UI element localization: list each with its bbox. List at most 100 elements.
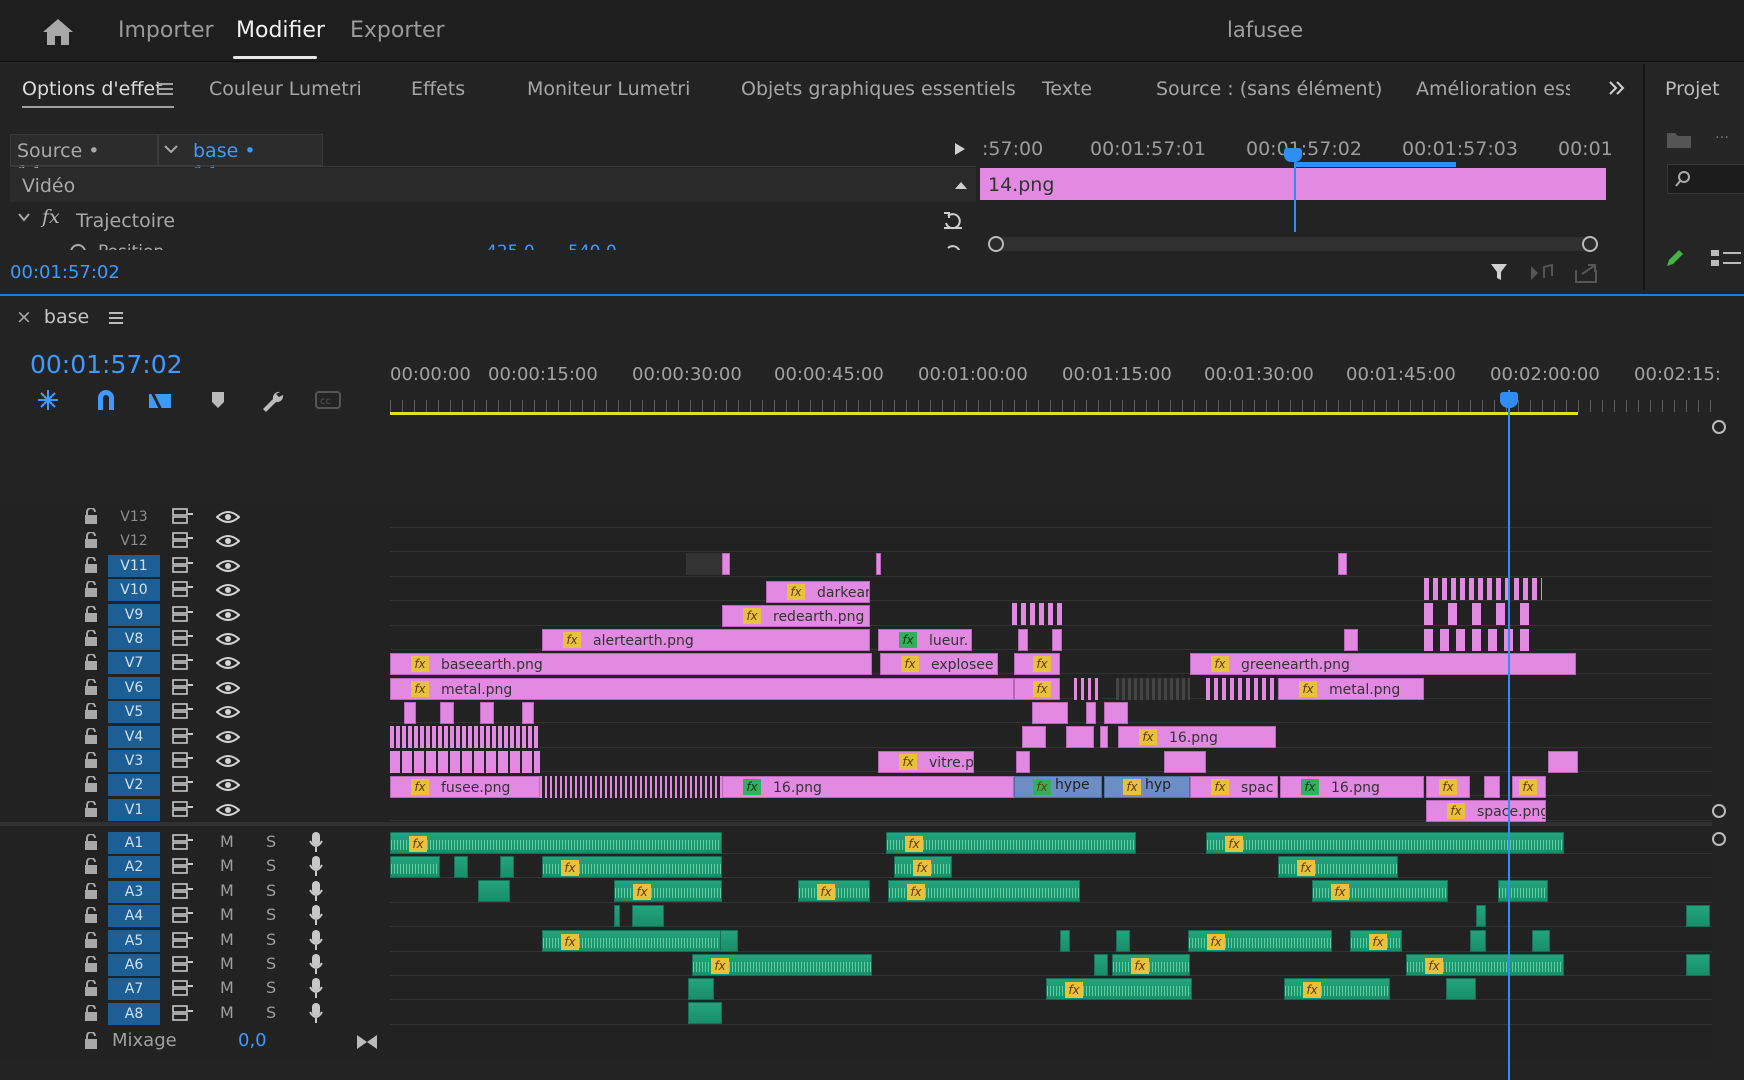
- solo-button[interactable]: S: [266, 832, 276, 851]
- pencil-icon[interactable]: [1663, 246, 1687, 270]
- audio-clip[interactable]: [1476, 905, 1486, 927]
- video-clip[interactable]: [480, 702, 494, 724]
- video-clip-16[interactable]: fx 16.png: [1280, 776, 1424, 798]
- video-clip[interactable]: [1100, 726, 1108, 748]
- video-clip[interactable]: [876, 553, 881, 575]
- lock-icon[interactable]: [84, 1003, 98, 1021]
- sequence-tab[interactable]: × base: [16, 306, 124, 328]
- eye-icon[interactable]: [215, 509, 241, 523]
- audio-clip[interactable]: [1446, 978, 1476, 1000]
- sync-lock-icon[interactable]: [172, 727, 194, 744]
- microphone-icon[interactable]: [308, 880, 324, 902]
- audio-clip[interactable]: [720, 930, 738, 952]
- effect-controls-playhead[interactable]: [1294, 150, 1296, 232]
- lock-icon[interactable]: [84, 833, 98, 850]
- microphone-icon[interactable]: [308, 929, 324, 951]
- track-target-v4[interactable]: V4: [108, 725, 160, 748]
- sync-lock-icon[interactable]: [172, 1004, 194, 1021]
- track-target-v6[interactable]: V6: [108, 676, 160, 699]
- more-tabs-chevron-icon[interactable]: [1608, 79, 1626, 97]
- video-clip[interactable]: fx: [1014, 653, 1060, 675]
- tab-lumetri-color[interactable]: Couleur Lumetri: [209, 78, 362, 100]
- video-clip-space[interactable]: fx space.png: [1426, 800, 1546, 822]
- position-x-value[interactable]: 425,0: [486, 242, 535, 250]
- sync-lock-icon[interactable]: [172, 703, 194, 719]
- video-clip[interactable]: [1484, 776, 1500, 798]
- lock-icon[interactable]: [84, 531, 98, 549]
- eye-icon[interactable]: [215, 704, 241, 719]
- video-clip[interactable]: fx: [1512, 776, 1546, 798]
- playhead-handle[interactable]: [1284, 148, 1302, 162]
- video-clip[interactable]: [1086, 702, 1096, 724]
- video-clip-fusee[interactable]: fx fusee.png: [390, 776, 540, 798]
- audio-clip[interactable]: [500, 856, 514, 878]
- tab-effect-controls[interactable]: Options d'effet: [22, 78, 163, 100]
- eye-icon[interactable]: [215, 533, 241, 548]
- effect-controls-clip[interactable]: 14.png: [980, 168, 1606, 200]
- audio-jump-icon[interactable]: [1530, 264, 1554, 282]
- audio-clip[interactable]: fx: [542, 930, 738, 952]
- video-clip[interactable]: [1344, 629, 1358, 651]
- sync-lock-icon[interactable]: [172, 508, 194, 524]
- timeline-timecode[interactable]: 00:01:57:02: [30, 350, 183, 379]
- stopwatch-icon[interactable]: [68, 240, 88, 250]
- scroll-handle[interactable]: [1712, 804, 1726, 818]
- close-icon[interactable]: ×: [16, 306, 32, 328]
- lock-icon[interactable]: [84, 857, 98, 875]
- eye-icon[interactable]: [215, 680, 241, 694]
- eye-icon[interactable]: [215, 631, 241, 645]
- tab-lumetri-scopes[interactable]: Moniteur Lumetri: [527, 78, 690, 100]
- tab-essential-graphics[interactable]: Objets graphiques essentiels: [741, 78, 1016, 100]
- tab-source-monitor[interactable]: Source : (sans élément): [1156, 78, 1382, 100]
- audio-clip[interactable]: fx: [1312, 880, 1448, 902]
- effect-controls-zoom-scrollbar[interactable]: [988, 236, 1598, 252]
- track-target-a1[interactable]: A1: [108, 832, 160, 854]
- captions-icon[interactable]: cc: [312, 386, 344, 414]
- export-icon[interactable]: [1574, 262, 1600, 284]
- audio-clip[interactable]: fx: [886, 832, 1136, 854]
- eye-icon[interactable]: [215, 729, 241, 743]
- video-clip-metal[interactable]: fx metal.png: [1278, 678, 1424, 700]
- add-marker-icon[interactable]: [202, 386, 234, 414]
- sync-lock-icon[interactable]: [172, 532, 194, 549]
- solo-button[interactable]: S: [266, 978, 276, 997]
- sync-lock-icon[interactable]: [172, 776, 194, 793]
- lock-icon[interactable]: [84, 881, 98, 899]
- reset-icon[interactable]: [942, 210, 964, 230]
- audio-clip[interactable]: fx: [542, 856, 722, 878]
- lock-icon[interactable]: [84, 930, 98, 948]
- audio-clip[interactable]: fx: [1350, 930, 1402, 952]
- lock-icon[interactable]: [84, 979, 98, 997]
- eye-icon[interactable]: [215, 655, 241, 670]
- track-target-v2[interactable]: V2: [108, 774, 160, 797]
- snap-magnet-icon[interactable]: [90, 386, 122, 414]
- video-clip-alertearth[interactable]: fx alertearth.png: [542, 629, 870, 651]
- lock-icon[interactable]: [84, 799, 98, 817]
- audio-clip[interactable]: fx: [390, 832, 722, 854]
- lock-icon[interactable]: [84, 726, 98, 744]
- video-clip[interactable]: [1164, 751, 1206, 773]
- audio-clip[interactable]: fx: [614, 880, 722, 902]
- solo-button[interactable]: S: [266, 856, 276, 875]
- eye-icon[interactable]: [215, 802, 241, 816]
- video-clip[interactable]: [440, 702, 454, 724]
- video-clip[interactable]: [1066, 726, 1094, 748]
- lock-icon[interactable]: [84, 751, 98, 768]
- video-clip[interactable]: [1338, 553, 1347, 575]
- lock-icon[interactable]: [84, 555, 98, 573]
- solo-button[interactable]: S: [266, 954, 276, 973]
- panel-menu-icon[interactable]: [157, 82, 173, 96]
- tab-text[interactable]: Texte: [1042, 78, 1092, 100]
- nav-modifier[interactable]: Modifier: [236, 18, 325, 43]
- nav-importer[interactable]: Importer: [118, 18, 214, 43]
- track-target-a8[interactable]: A8: [108, 1002, 160, 1025]
- sync-lock-icon[interactable]: [172, 581, 194, 597]
- track-target-v1[interactable]: V1: [108, 798, 160, 821]
- audio-clip[interactable]: fx: [1188, 930, 1332, 952]
- sync-lock-icon[interactable]: [172, 834, 194, 850]
- video-clip[interactable]: fx: [1014, 678, 1060, 700]
- sync-lock-icon[interactable]: [172, 858, 194, 875]
- filter-icon[interactable]: [1490, 262, 1512, 284]
- scroll-handle-left[interactable]: [988, 236, 1004, 252]
- sync-lock-icon[interactable]: [172, 931, 194, 948]
